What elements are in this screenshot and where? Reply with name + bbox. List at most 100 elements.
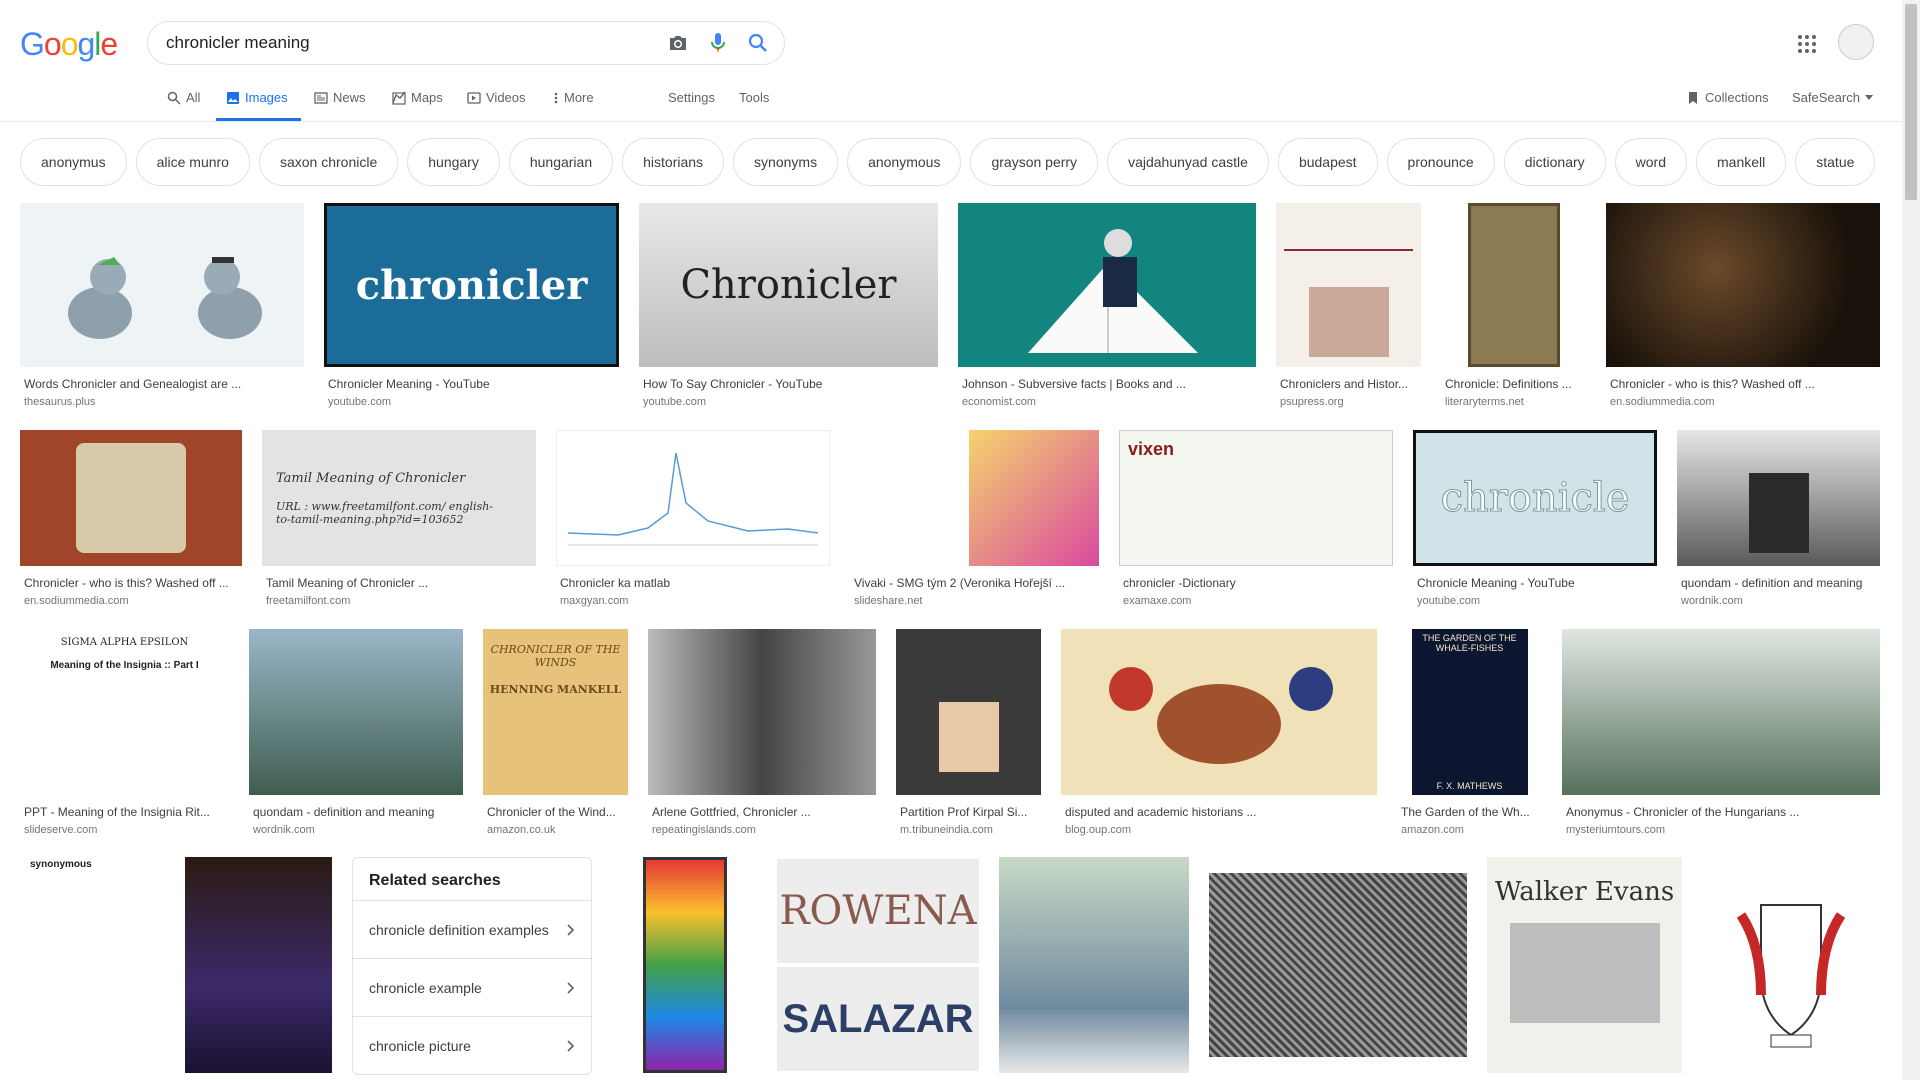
chip[interactable]: mankell [1696, 138, 1787, 186]
image-result[interactable]: Partition Prof Kirpal Si... m.tribuneind… [896, 629, 1041, 836]
result-caption[interactable]: The Garden of the Wh... [1397, 805, 1542, 819]
result-caption[interactable]: Chronicler - who is this? Washed off ... [1606, 377, 1880, 391]
image-result[interactable]: vixen chronicler -Dictionary examaxe.com [1119, 430, 1393, 607]
result-caption[interactable]: Johnson - Subversive facts | Books and .… [958, 377, 1256, 391]
scrollbar-thumb[interactable] [1905, 4, 1917, 200]
result-source[interactable]: en.sodiummedia.com [1606, 396, 1880, 408]
result-source[interactable]: youtube.com [1413, 595, 1657, 607]
result-source[interactable]: literaryterms.net [1441, 396, 1586, 408]
chip[interactable]: vajdahunyad castle [1107, 138, 1269, 186]
result-thumbnail[interactable]: ROWENA SALAZAR [777, 857, 979, 1073]
chip[interactable]: hungarian [508, 138, 614, 186]
image-result[interactable] [999, 857, 1189, 1073]
result-caption[interactable]: Chronicle: Definitions ... [1441, 377, 1586, 391]
google-logo[interactable]: Google [20, 26, 118, 63]
related-search-item[interactable]: chronicle definition examples [353, 900, 591, 958]
result-source[interactable]: psupress.org [1276, 396, 1421, 408]
image-result[interactable] [1702, 857, 1880, 1073]
result-thumbnail[interactable] [1677, 430, 1880, 566]
result-caption[interactable]: Arlene Gottfried, Chronicler ... [648, 805, 876, 819]
result-thumbnail[interactable] [958, 203, 1256, 367]
result-source[interactable]: youtube.com [639, 396, 938, 408]
image-result[interactable]: Arlene Gottfried, Chronicler ... repeati… [648, 629, 876, 836]
result-caption[interactable]: Vivaki - SMG tým 2 (Veronika Hořejší ... [850, 576, 1099, 590]
image-result[interactable] [185, 857, 332, 1073]
result-source[interactable]: wordnik.com [1677, 595, 1880, 607]
image-result[interactable]: Walker Evans [1487, 857, 1682, 1073]
result-thumbnail[interactable]: Tamil Meaning of Chronicler URL : www.fr… [262, 430, 536, 566]
image-result[interactable]: Anonymus - Chronicler of the Hungarians … [1562, 629, 1880, 836]
image-result[interactable] [1209, 857, 1467, 1073]
result-caption[interactable]: Chroniclers and Histor... [1276, 377, 1421, 391]
result-caption[interactable]: Chronicler of the Wind... [483, 805, 628, 819]
result-thumbnail[interactable]: synonymous [20, 857, 165, 1073]
result-thumbnail[interactable] [1562, 629, 1880, 795]
image-result[interactable]: Tamil Meaning of Chronicler URL : www.fr… [262, 430, 536, 607]
chip[interactable]: alice munro [135, 138, 250, 186]
result-thumbnail[interactable] [1209, 857, 1467, 1073]
scrollbar[interactable] [1902, 0, 1920, 1080]
result-thumbnail[interactable] [1276, 203, 1421, 367]
search-box[interactable]: chronicler meaning [147, 21, 785, 65]
safesearch-dropdown[interactable]: SafeSearch [1792, 90, 1873, 105]
image-result[interactable]: Chronicle: Definitions ... literaryterms… [1441, 203, 1586, 408]
chip[interactable]: hungary [407, 138, 500, 186]
result-source[interactable]: amazon.com [1397, 824, 1542, 836]
result-source[interactable]: amazon.co.uk [483, 824, 628, 836]
result-thumbnail[interactable]: chronicler [324, 203, 619, 367]
image-result[interactable]: disputed and academic historians ... blo… [1061, 629, 1377, 836]
result-source[interactable]: examaxe.com [1119, 595, 1393, 607]
chip[interactable]: grayson perry [970, 138, 1099, 186]
image-result[interactable]: quondam - definition and meaning wordnik… [1677, 430, 1880, 607]
result-source[interactable]: blog.oup.com [1061, 824, 1377, 836]
chip[interactable]: word [1614, 138, 1687, 186]
result-caption[interactable]: Partition Prof Kirpal Si... [896, 805, 1041, 819]
result-caption[interactable]: Words Chronicler and Genealogist are ... [20, 377, 304, 391]
image-result[interactable]: Chronicler How To Say Chronicler - YouTu… [639, 203, 938, 408]
result-source[interactable]: m.tribuneindia.com [896, 824, 1041, 836]
chip[interactable]: statue [1795, 138, 1876, 186]
result-caption[interactable]: Chronicler Meaning - YouTube [324, 377, 619, 391]
result-caption[interactable]: PPT - Meaning of the Insignia Rit... [20, 805, 229, 819]
result-thumbnail[interactable]: chronicle [1413, 430, 1657, 566]
result-thumbnail[interactable] [1441, 203, 1586, 367]
result-source[interactable]: mysteriumtours.com [1562, 824, 1880, 836]
result-source[interactable]: slideshare.net [850, 595, 1099, 607]
image-result[interactable]: Chronicler - who is this? Washed off ...… [1606, 203, 1880, 408]
avatar[interactable] [1838, 24, 1874, 60]
chip[interactable]: anonymous [847, 138, 962, 186]
tab-videos[interactable]: Videos [467, 90, 526, 105]
result-caption[interactable]: Chronicler ka matlab [556, 576, 830, 590]
image-result[interactable]: Words Chronicler and Genealogist are ...… [20, 203, 304, 408]
chip[interactable]: anonymus [20, 138, 127, 186]
chip[interactable]: historians [622, 138, 725, 186]
result-source[interactable]: youtube.com [324, 396, 619, 408]
image-result[interactable]: ROWENA SALAZAR [777, 857, 979, 1073]
chip[interactable]: synonyms [733, 138, 839, 186]
tab-tools[interactable]: Tools [739, 90, 769, 105]
result-source[interactable]: wordnik.com [249, 824, 463, 836]
apps-grid-icon[interactable] [1795, 32, 1819, 56]
result-thumbnail[interactable]: Chronicler [639, 203, 938, 367]
result-thumbnail[interactable] [556, 430, 830, 566]
tab-maps[interactable]: Maps [392, 90, 443, 105]
result-thumbnail[interactable] [896, 629, 1041, 795]
chip[interactable]: budapest [1277, 138, 1378, 186]
related-search-item[interactable]: chronicle picture [353, 1016, 591, 1074]
result-caption[interactable]: quondam - definition and meaning [249, 805, 463, 819]
result-thumbnail[interactable]: SIGMA ALPHA EPSILON Meaning of the Insig… [20, 629, 229, 795]
result-caption[interactable]: Anonymus - Chronicler of the Hungarians … [1562, 805, 1880, 819]
result-thumbnail[interactable]: vixen [1119, 430, 1393, 566]
microphone-icon[interactable] [698, 23, 738, 63]
search-input[interactable]: chronicler meaning [166, 33, 658, 53]
image-result[interactable]: Chronicler - who is this? Washed off ...… [20, 430, 242, 607]
image-result[interactable]: SIGMA ALPHA EPSILON Meaning of the Insig… [20, 629, 229, 836]
image-result[interactable]: Vivaki - SMG tým 2 (Veronika Hořejší ...… [850, 430, 1099, 607]
result-thumbnail[interactable] [249, 629, 463, 795]
tab-images[interactable]: Images [226, 90, 288, 105]
result-source[interactable]: slideserve.com [20, 824, 229, 836]
result-thumbnail[interactable] [1061, 629, 1377, 795]
result-source[interactable]: freetamilfont.com [262, 595, 536, 607]
result-source[interactable]: repeatingislands.com [648, 824, 876, 836]
chip[interactable]: dictionary [1503, 138, 1606, 186]
